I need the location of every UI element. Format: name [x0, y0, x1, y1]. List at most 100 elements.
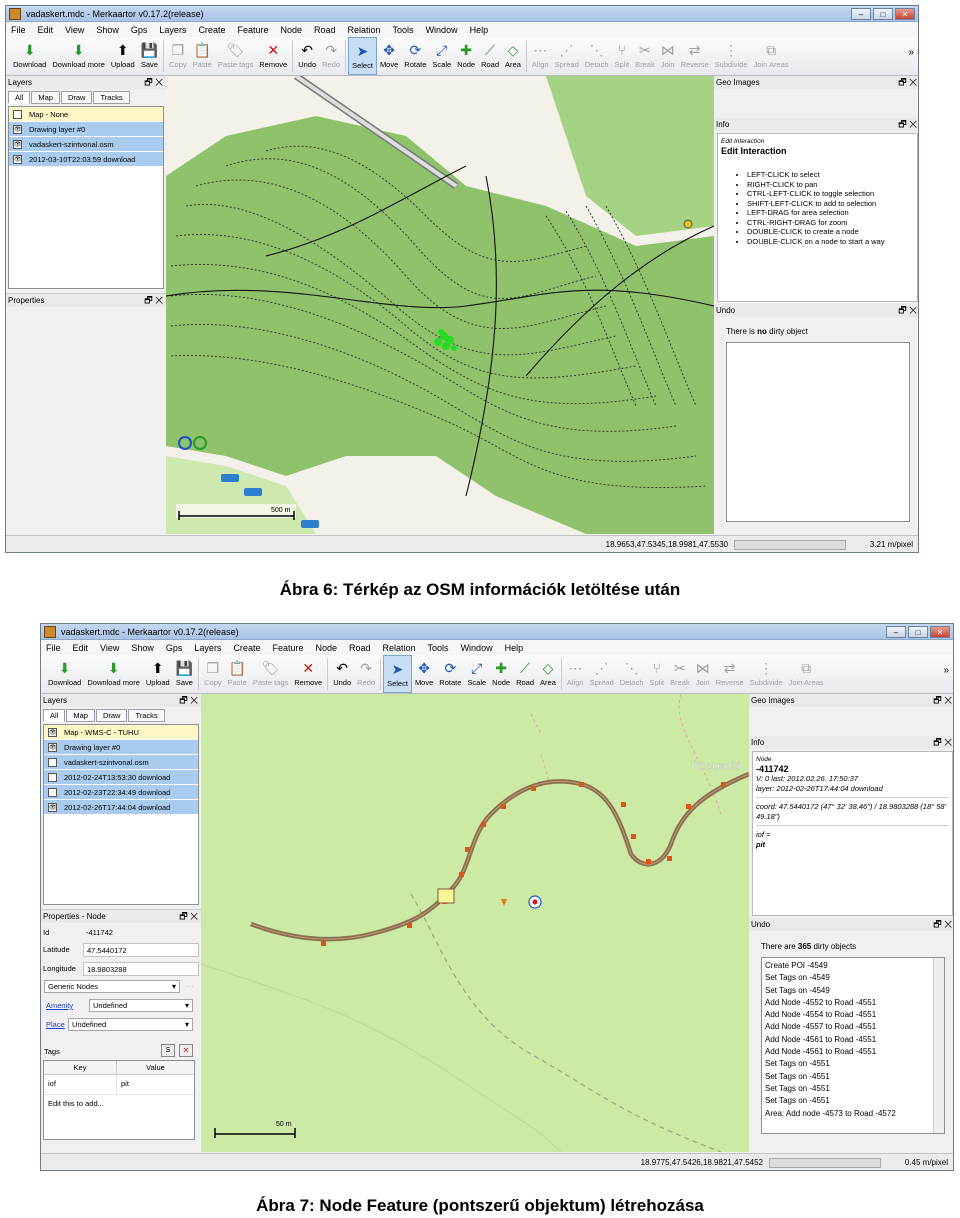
- toolbar-rotate-button[interactable]: ⟳ Rotate: [436, 655, 464, 693]
- undo-item[interactable]: Create POI -4549: [762, 960, 932, 972]
- layer-row[interactable]: 👁 2012-03-10T22:03:59 download: [9, 152, 163, 167]
- layer-visibility-checkbox[interactable]: [48, 758, 57, 767]
- tab-draw[interactable]: Draw: [95, 709, 128, 722]
- map-canvas[interactable]: Útbaigazító 50 m: [201, 694, 749, 1152]
- layer-row[interactable]: vadaskert-szintvonal.osm: [44, 755, 198, 770]
- toolbar-save-button[interactable]: 💾 Save: [173, 655, 196, 693]
- toolbar-align-button[interactable]: ⋯ Align: [564, 655, 587, 693]
- tag-row[interactable]: iof pit: [44, 1075, 194, 1095]
- toolbar-join-areas-button[interactable]: ⧉ Join Areas: [751, 37, 792, 75]
- toolbar-area-button[interactable]: ◇ Area: [537, 655, 559, 693]
- place-select[interactable]: Undefined: [68, 1018, 193, 1031]
- amenity-select[interactable]: Undefined: [89, 999, 193, 1012]
- layer-visibility-checkbox[interactable]: 👁: [13, 155, 22, 164]
- dock-float-close-icon[interactable]: 🗗 ✕: [179, 910, 198, 923]
- menu-relation[interactable]: Relation: [383, 643, 416, 653]
- toolbar-node-button[interactable]: ✚ Node: [489, 655, 513, 693]
- toolbar-break-button[interactable]: ✂ Break: [667, 655, 693, 693]
- tab-tracks[interactable]: Tracks: [128, 709, 165, 722]
- menu-window[interactable]: Window: [426, 25, 458, 35]
- toolbar-join-button[interactable]: ⋈ Join: [693, 655, 713, 693]
- amenity-link[interactable]: Amenity: [46, 1001, 73, 1010]
- layer-row[interactable]: Map - None: [9, 107, 163, 122]
- toolbar-download-button[interactable]: ⬇ Download: [45, 655, 84, 693]
- toolbar-copy-button[interactable]: ❐ Copy: [166, 37, 190, 75]
- dock-float-close-icon[interactable]: 🗗 ✕: [179, 694, 198, 707]
- tag-key[interactable]: iof: [44, 1075, 116, 1094]
- toolbar-area-button[interactable]: ◇ Area: [502, 37, 524, 75]
- dock-float-close-icon[interactable]: 🗗 ✕: [898, 118, 917, 131]
- map-canvas[interactable]: 500 m: [166, 76, 714, 534]
- tab-all[interactable]: All: [8, 91, 31, 104]
- undo-item[interactable]: Set Tags on -4551: [762, 1058, 932, 1070]
- undo-list[interactable]: Create POI -4549 Set Tags on -4549 Set Tag…: [761, 957, 945, 1134]
- selected-node-box[interactable]: [437, 888, 455, 904]
- dock-float-close-icon[interactable]: 🗗 ✕: [933, 694, 952, 707]
- undo-item[interactable]: Set Tags on -4549: [762, 972, 932, 984]
- menu-create[interactable]: Create: [198, 25, 225, 35]
- tab-tracks[interactable]: Tracks: [93, 91, 130, 104]
- toolbar-redo-button[interactable]: ↷ Redo: [319, 37, 343, 75]
- toolbar-paste-tags-button[interactable]: 🏷 Paste tags: [215, 37, 256, 75]
- menu-help[interactable]: Help: [470, 25, 489, 35]
- toolbar-save-button[interactable]: 💾 Save: [138, 37, 161, 75]
- undo-list[interactable]: [726, 342, 910, 522]
- menu-view[interactable]: View: [100, 643, 119, 653]
- toolbar-scale-button[interactable]: ⤢ Scale: [464, 655, 489, 693]
- menu-file[interactable]: File: [11, 25, 26, 35]
- toolbar-join-areas-button[interactable]: ⧉ Join Areas: [786, 655, 827, 693]
- menu-feature[interactable]: Feature: [237, 25, 268, 35]
- toolbar-paste-button[interactable]: 📋 Paste: [190, 37, 215, 75]
- menu-create[interactable]: Create: [233, 643, 260, 653]
- layer-row[interactable]: 👁 Drawing layer #0: [44, 740, 198, 755]
- layer-visibility-checkbox[interactable]: 👁: [13, 125, 22, 134]
- place-link[interactable]: Place: [46, 1020, 65, 1029]
- toolbar-detach-button[interactable]: ⋱ Detach: [617, 655, 647, 693]
- toolbar-node-button[interactable]: ✚ Node: [454, 37, 478, 75]
- tag-value[interactable]: pit: [116, 1075, 194, 1094]
- menu-show[interactable]: Show: [131, 643, 154, 653]
- menu-tools[interactable]: Tools: [393, 25, 414, 35]
- layer-visibility-checkbox[interactable]: 👁: [13, 140, 22, 149]
- undo-item[interactable]: Set Tags on -4551: [762, 1095, 932, 1107]
- dock-float-close-icon[interactable]: 🗗 ✕: [933, 736, 952, 749]
- toolbar-redo-button[interactable]: ↷ Redo: [354, 655, 378, 693]
- layer-row[interactable]: 👁 vadaskert-szintvonal.osm: [9, 137, 163, 152]
- toolbar-more-icon[interactable]: »: [908, 37, 914, 58]
- toolbar-split-button[interactable]: ⑂ Split: [647, 655, 668, 693]
- menu-tools[interactable]: Tools: [428, 643, 449, 653]
- menu-layers[interactable]: Layers: [159, 25, 186, 35]
- menu-node[interactable]: Node: [315, 643, 337, 653]
- menu-help[interactable]: Help: [505, 643, 524, 653]
- undo-item[interactable]: Add Node -4561 to Road -4551: [762, 1046, 932, 1058]
- layer-visibility-checkbox[interactable]: 👁: [48, 743, 57, 752]
- undo-item[interactable]: Add Node -4552 to Road -4551: [762, 997, 932, 1009]
- layer-row[interactable]: 2012-02-23T22:34:49 download: [44, 785, 198, 800]
- menu-file[interactable]: File: [46, 643, 61, 653]
- dock-float-close-icon[interactable]: 🗗 ✕: [144, 76, 163, 89]
- menu-show[interactable]: Show: [96, 25, 119, 35]
- toolbar-paste-button[interactable]: 📋 Paste: [225, 655, 250, 693]
- close-button[interactable]: ✕: [895, 8, 915, 20]
- pit-poi-icon[interactable]: [501, 899, 507, 906]
- dock-float-close-icon[interactable]: 🗗 ✕: [144, 294, 163, 307]
- dock-float-close-icon[interactable]: 🗗 ✕: [933, 918, 952, 931]
- menu-edit[interactable]: Edit: [38, 25, 54, 35]
- maximize-button[interactable]: □: [873, 8, 893, 20]
- toolbar-copy-button[interactable]: ❐ Copy: [201, 655, 225, 693]
- toolbar-reverse-button[interactable]: ⇄ Reverse: [678, 37, 712, 75]
- preset-select[interactable]: Generic Nodes: [44, 980, 180, 993]
- menu-gps[interactable]: Gps: [131, 25, 148, 35]
- menu-relation[interactable]: Relation: [348, 25, 381, 35]
- tags-remove-button[interactable]: ✕: [179, 1044, 193, 1057]
- layer-visibility-checkbox[interactable]: 👁: [48, 803, 57, 812]
- menu-layers[interactable]: Layers: [194, 643, 221, 653]
- longitude-field[interactable]: 18.9803288: [83, 962, 199, 976]
- toolbar-upload-button[interactable]: ⬆ Upload: [143, 655, 173, 693]
- toolbar-align-button[interactable]: ⋯ Align: [529, 37, 552, 75]
- menu-road[interactable]: Road: [314, 25, 336, 35]
- menu-view[interactable]: View: [65, 25, 84, 35]
- layer-row[interactable]: 👁 Map - WMS-C - TUHU: [44, 725, 198, 740]
- toolbar-undo-button[interactable]: ↶ Undo: [330, 655, 354, 693]
- close-button[interactable]: ✕: [930, 626, 950, 638]
